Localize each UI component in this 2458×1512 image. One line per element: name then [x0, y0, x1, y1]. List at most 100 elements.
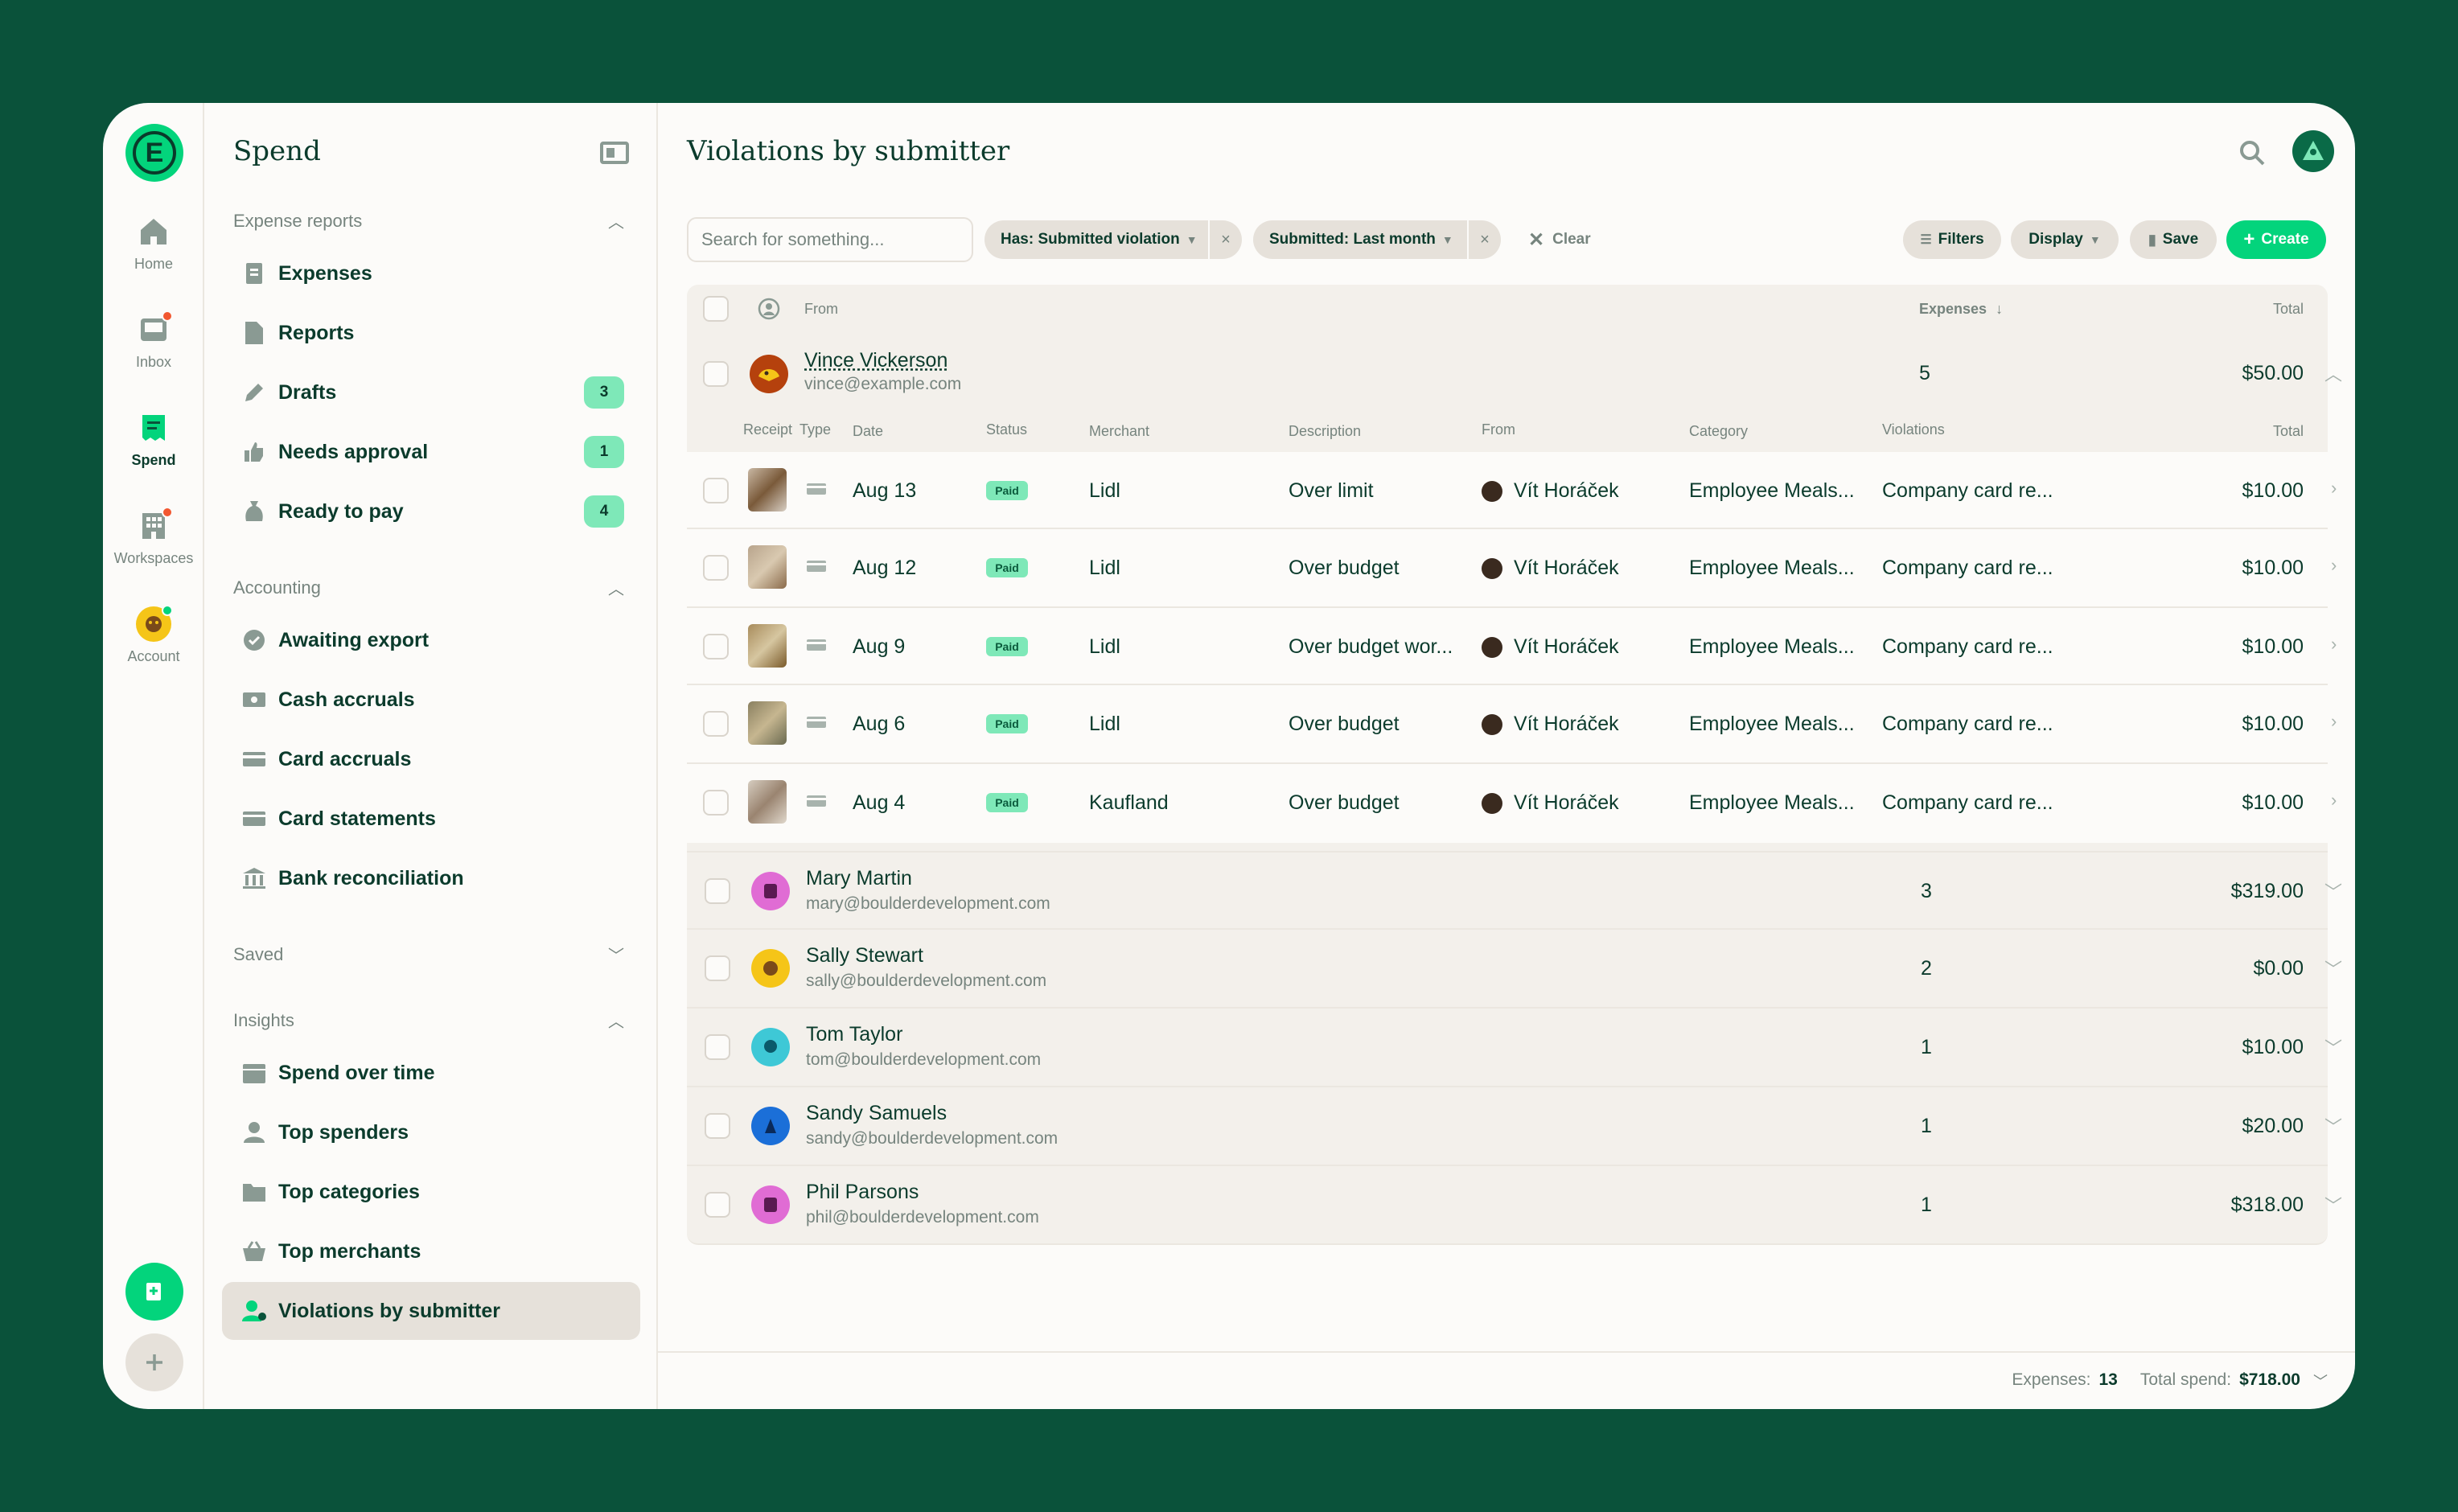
subcolumn-merchant[interactable]: Merchant — [1089, 423, 1149, 440]
sidebar-item-spend-over-time[interactable]: Spend over time — [222, 1044, 640, 1102]
quick-create-button[interactable] — [125, 1263, 183, 1321]
avatar — [751, 1028, 790, 1066]
submitter-name[interactable]: Tom Taylor — [806, 1023, 902, 1046]
submitter-row[interactable]: Sandy Samuels sandy@boulderdevelopment.c… — [687, 1087, 2342, 1166]
submitter-row[interactable]: Tom Taylor tom@boulderdevelopment.com 1 … — [687, 1009, 2342, 1087]
row-checkbox[interactable] — [703, 790, 729, 816]
sidebar-item-card-accruals[interactable]: Card accruals — [222, 730, 640, 788]
submitter-name[interactable]: Phil Parsons — [806, 1181, 919, 1204]
row-checkbox[interactable] — [703, 361, 729, 387]
expensify-logo-icon[interactable]: E — [125, 124, 183, 182]
expense-row[interactable]: Aug 13 Paid Lidl Over limit Vít Horáček … — [687, 452, 2337, 529]
chevron-right-icon[interactable]: › — [2331, 711, 2337, 732]
filter-chip-submitted[interactable]: Submitted: Last month ▼ × — [1253, 220, 1501, 259]
expense-row[interactable]: Aug 4 Paid Kaufland Over budget Vít Horá… — [687, 764, 2337, 843]
column-total[interactable]: Total — [2223, 301, 2304, 318]
clear-filters-button[interactable]: ✕ Clear — [1528, 220, 1591, 259]
create-button[interactable]: + Create — [2226, 220, 2326, 259]
sidebar-item-expenses[interactable]: Expenses — [222, 244, 640, 302]
chevron-down-icon[interactable]: ﹀ — [2324, 1192, 2342, 1218]
filter-chip-violation[interactable]: Has: Submitted violation ▼ × — [984, 220, 1242, 259]
chevron-down-icon[interactable]: ﹀ — [2324, 1113, 2342, 1139]
row-checkbox[interactable] — [705, 1113, 730, 1139]
submitter-name[interactable]: Mary Martin — [806, 867, 912, 890]
sidebar-item-top-merchants[interactable]: Top merchants — [222, 1222, 640, 1280]
sidebar-item-label: Cash accruals — [278, 688, 415, 711]
save-button[interactable]: ▮ Save — [2130, 220, 2217, 259]
section-insights[interactable]: Insights ︿ — [233, 1010, 629, 1031]
submitter-row[interactable]: Sally Stewart sally@boulderdevelopment.c… — [687, 930, 2342, 1009]
submitter-name[interactable]: Sandy Samuels — [806, 1102, 947, 1125]
row-checkbox[interactable] — [705, 955, 730, 981]
receipt-thumbnail[interactable] — [748, 780, 787, 824]
subcolumn-date[interactable]: Date — [853, 423, 883, 440]
receipt-thumbnail[interactable] — [748, 468, 787, 512]
receipt-thumbnail[interactable] — [748, 701, 787, 745]
section-saved[interactable]: Saved ﹀ — [233, 944, 629, 965]
column-expenses[interactable]: Expenses ↓ — [1919, 301, 2003, 318]
collapse-sidebar-icon[interactable] — [600, 142, 629, 164]
rail-account[interactable]: Account — [103, 605, 204, 665]
receipt-thumbnail[interactable] — [748, 624, 787, 668]
chevron-right-icon[interactable]: › — [2331, 634, 2337, 655]
section-accounting[interactable]: Accounting ︿ — [233, 577, 629, 598]
row-checkbox[interactable] — [703, 478, 729, 503]
subcolumn-description[interactable]: Description — [1289, 423, 1361, 440]
row-checkbox[interactable] — [703, 634, 729, 659]
sidebar-item-bank-reconciliation[interactable]: Bank reconciliation — [222, 849, 640, 907]
subcolumn-status[interactable]: Status — [986, 421, 1027, 438]
chevron-right-icon[interactable]: › — [2331, 790, 2337, 811]
sidebar-item-ready-to-pay[interactable]: Ready to pay 4 — [222, 483, 640, 540]
avatar — [751, 1107, 790, 1145]
chevron-down-icon[interactable]: ﹀ — [2313, 1370, 2328, 1391]
sidebar-item-top-spenders[interactable]: Top spenders — [222, 1103, 640, 1161]
row-checkbox[interactable] — [705, 1192, 730, 1218]
submitter-row[interactable]: Vince Vickerson vince@example.com 5 $50.… — [687, 335, 2342, 413]
sidebar-item-reports[interactable]: Reports — [222, 304, 640, 362]
rail-spend[interactable]: Spend — [103, 409, 204, 469]
sidebar-item-cash-accruals[interactable]: Cash accruals — [222, 671, 640, 729]
sidebar-item-card-statements[interactable]: Card statements — [222, 790, 640, 848]
sidebar-item-drafts[interactable]: Drafts 3 — [222, 364, 640, 421]
remove-filter-icon[interactable]: × — [1467, 220, 1501, 259]
sidebar-item-violations-by-submitter[interactable]: Violations by submitter — [222, 1282, 640, 1340]
expense-row[interactable]: Aug 9 Paid Lidl Over budget wor... Vít H… — [687, 608, 2337, 685]
expense-row[interactable]: Aug 12 Paid Lidl Over budget Vít Horáček… — [687, 529, 2337, 608]
subcolumn-total[interactable]: Total — [2223, 423, 2304, 440]
row-checkbox[interactable] — [705, 1034, 730, 1060]
submitter-name[interactable]: Vince Vickerson — [804, 349, 947, 372]
chevron-down-icon[interactable]: ﹀ — [2324, 878, 2342, 904]
row-checkbox[interactable] — [705, 878, 730, 904]
section-expense-reports[interactable]: Expense reports ︿ — [233, 211, 629, 232]
subcolumn-violations[interactable]: Violations — [1882, 421, 1945, 438]
submitter-row[interactable]: Phil Parsons phil@boulderdevelopment.com… — [687, 1166, 2342, 1245]
search-icon[interactable] — [2238, 138, 2267, 171]
rail-inbox[interactable]: Inbox — [103, 310, 204, 371]
expense-row[interactable]: Aug 6 Paid Lidl Over budget Vít Horáček … — [687, 685, 2337, 764]
chevron-right-icon[interactable]: › — [2331, 478, 2337, 499]
submitter-name[interactable]: Sally Stewart — [806, 944, 923, 968]
chevron-right-icon[interactable]: › — [2331, 555, 2337, 576]
sidebar-item-needs-approval[interactable]: Needs approval 1 — [222, 423, 640, 481]
subcolumn-from[interactable]: From — [1482, 421, 1515, 438]
sidebar-item-top-categories[interactable]: Top categories — [222, 1163, 640, 1221]
remove-filter-icon[interactable]: × — [1208, 220, 1242, 259]
chevron-down-icon[interactable]: ﹀ — [2324, 1034, 2342, 1060]
row-checkbox[interactable] — [703, 555, 729, 581]
display-button[interactable]: Display ▼ — [2011, 220, 2119, 259]
profile-avatar[interactable] — [2292, 130, 2334, 172]
subcolumn-category[interactable]: Category — [1689, 423, 1748, 440]
filters-button[interactable]: ☰ Filters — [1903, 220, 2001, 259]
add-button[interactable] — [125, 1333, 183, 1391]
submitter-row[interactable]: Mary Martin mary@boulderdevelopment.com … — [687, 851, 2342, 930]
receipt-thumbnail[interactable] — [748, 545, 787, 589]
sidebar-item-awaiting-export[interactable]: Awaiting export — [222, 611, 640, 669]
select-all-checkbox[interactable] — [703, 296, 729, 322]
rail-workspaces[interactable]: Workspaces — [103, 507, 204, 567]
chevron-down-icon[interactable]: ﹀ — [2324, 955, 2342, 981]
row-checkbox[interactable] — [703, 711, 729, 737]
column-from[interactable]: From — [804, 301, 838, 318]
search-input[interactable]: Search for something... — [687, 217, 973, 262]
chevron-up-icon[interactable]: ︿ — [2324, 360, 2342, 386]
rail-home[interactable]: Home — [103, 212, 204, 273]
